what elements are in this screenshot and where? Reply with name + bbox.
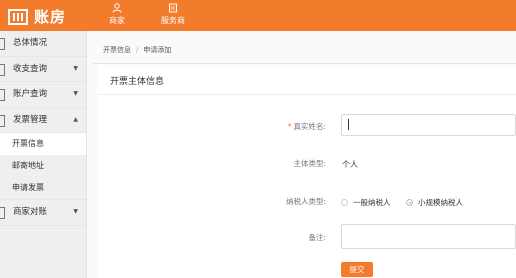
brand-logo[interactable]: 账房 [8, 6, 66, 27]
real-name-input[interactable] [341, 114, 516, 136]
chevron-up-icon: ▲ [73, 115, 78, 123]
breadcrumb-item-invoice-info[interactable]: 开票信息 [103, 46, 131, 54]
radio-small-scale-taxpayer[interactable]: 小规模纳税人 [406, 197, 463, 208]
sidebar-item-account[interactable]: 账户查询 ▼ [0, 82, 86, 108]
account-icon [0, 89, 5, 101]
sidebar-subitem-label: 邮寄地址 [12, 161, 44, 170]
brand-name: 账房 [34, 8, 67, 26]
sidebar-item-label: 账户查询 [13, 89, 48, 99]
real-name-label-text: 真实姓名: [293, 122, 326, 131]
top-bar: 账房 商家 服务商 [0, 0, 516, 31]
remark-label: 备注: [308, 233, 326, 242]
chevron-down-icon: ▼ [73, 64, 78, 72]
text-cursor [348, 119, 349, 130]
sidebar-item-invoice[interactable]: 发票管理 ▲ [0, 108, 86, 133]
ledger-logo-icon [8, 8, 28, 25]
sidebar-item-overview[interactable]: 总体情况 [0, 31, 86, 57]
sidebar-subitem-label: 申请发票 [12, 183, 44, 192]
remark-input[interactable] [341, 224, 516, 249]
sidebar-item-income-expense[interactable]: 收支查询 ▼ [0, 57, 86, 82]
sidebar-subitem-invoice-info[interactable]: 开票信息 [0, 133, 86, 155]
chevron-down-icon: ▼ [73, 208, 78, 215]
sidebar-item-label: 收支查询 [13, 63, 48, 74]
submit-button[interactable]: 提交 [341, 262, 373, 277]
nav-tab-provider[interactable]: 服务商 [151, 3, 195, 26]
sidebar-subitem-mailing-address[interactable]: 邮寄地址 [0, 155, 86, 177]
breadcrumb-item-apply-add: 申请添加 [143, 46, 172, 54]
chevron-down-icon: ▼ [73, 90, 78, 97]
reconciliation-icon [0, 207, 5, 219]
radio-label: 一般纳税人 [353, 198, 391, 207]
radio-checked-icon [406, 199, 413, 206]
subject-type-value: 个人 [342, 160, 358, 169]
income-icon [0, 63, 5, 76]
user-icon [112, 3, 122, 13]
subject-type-label: 主体类型: [293, 159, 326, 168]
sidebar-item-label: 发票管理 [13, 114, 48, 125]
nav-tab-label: 服务商 [161, 16, 185, 25]
sidebar-item-reconciliation[interactable]: 商家对账 ▼ [0, 199, 86, 226]
radio-general-taxpayer[interactable]: 一般纳税人 [341, 197, 391, 208]
sidebar: 总体情况 收支查询 ▼ 账户查询 ▼ 发票管理 ▲ 开票信息 邮寄地址 申请发票… [0, 31, 87, 278]
sidebar-item-label: 总体情况 [13, 38, 48, 48]
divider [97, 94, 516, 95]
real-name-label: * 真实姓名: [246, 121, 326, 132]
sidebar-subitem-label: 开票信息 [12, 139, 44, 148]
required-mark: * [287, 122, 292, 131]
divider [93, 63, 516, 64]
sidebar-item-label: 商家对账 [13, 207, 48, 217]
document-icon [169, 3, 177, 13]
nav-tab-merchant[interactable]: 商家 [95, 3, 139, 26]
overview-icon [0, 38, 5, 50]
breadcrumb-separator: / [136, 46, 139, 54]
radio-label: 小规模纳税人 [418, 198, 463, 207]
taxpayer-type-label: 纳税人类型: [285, 197, 326, 206]
breadcrumb: 开票信息 / 申请添加 [103, 45, 171, 55]
sidebar-subitem-apply-invoice[interactable]: 申请发票 [0, 177, 86, 199]
radio-circle-icon [341, 199, 348, 206]
nav-tab-label: 商家 [109, 16, 125, 25]
form-title: 开票主体信息 [110, 77, 165, 87]
invoice-icon [0, 114, 5, 127]
